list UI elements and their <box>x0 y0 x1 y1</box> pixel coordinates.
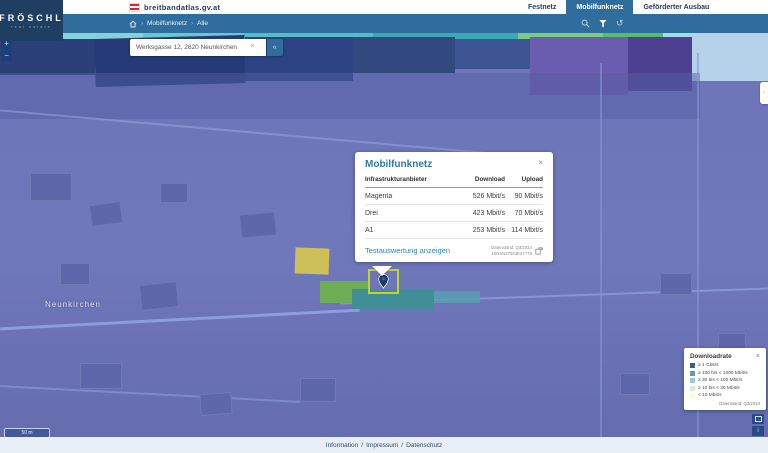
toolbar-icons: ↺ <box>581 14 624 33</box>
extent-icon <box>755 416 762 422</box>
table-row: Magenta 526 Mbit/s 90 Mbit/s <box>365 188 543 205</box>
clear-search-icon[interactable]: × <box>248 43 257 50</box>
legend-title: Downloadrate <box>690 353 732 360</box>
popup-callout-arrow <box>372 266 392 276</box>
table-row: A1 253 Mbit/s 114 Mbit/s <box>365 222 543 239</box>
footer-link-information[interactable]: Information <box>326 442 359 449</box>
tab-gefoerderter-ausbau[interactable]: Geförderter Ausbau <box>633 0 719 14</box>
search-input[interactable] <box>130 39 266 56</box>
table-row: Drei 423 Mbit/s 70 Mbit/s <box>365 205 543 222</box>
testauswertung-link[interactable]: Testauswertung anzeigen <box>365 246 450 255</box>
footer-link-impressum[interactable]: Impressum <box>366 442 398 449</box>
col-upload: Upload <box>505 176 543 183</box>
footer-separator: / <box>361 442 363 449</box>
popup-cell-id: 100mN27553E47776 <box>491 251 532 256</box>
search-icon <box>273 43 277 52</box>
footer-link-datenschutz[interactable]: Datenschutz <box>406 442 442 449</box>
upload-value: 70 Mbit/s <box>505 210 543 217</box>
download-value: 526 Mbit/s <box>453 193 505 200</box>
legend-swatch <box>690 371 695 376</box>
provider-name: A1 <box>365 227 453 234</box>
main-tabs: Festnetz Mobilfunknetz Geförderter Ausba… <box>518 0 719 14</box>
table-header-row: Infrastrukturanbieter Download Upload <box>365 176 543 188</box>
breadcrumb-separator: › <box>141 21 143 27</box>
upload-value: 90 Mbit/s <box>505 193 543 200</box>
download-value: 253 Mbit/s <box>453 227 505 234</box>
froeschl-logo: FRÖSCHL real estate <box>0 0 63 41</box>
col-infrastrukturanbieter: Infrastrukturanbieter <box>365 176 453 183</box>
location-pin-icon <box>378 274 389 289</box>
logo-title: FRÖSCHL <box>0 13 64 23</box>
breadcrumb: › Mobilfunknetz › Alle <box>129 14 208 33</box>
search-submit-button[interactable] <box>267 39 283 56</box>
download-legend: Downloadrate × ≥ 1 Gbit/s ≥ 100 bis < 10… <box>684 348 766 410</box>
brand-home-link[interactable]: breitbandatlas.gv.at <box>129 0 220 14</box>
reset-view-icon[interactable]: ↺ <box>616 19 624 28</box>
legend-item: ≥ 100 bis < 1000 Mbit/s <box>690 371 760 376</box>
legend-item: ≥ 10 bis < 30 Mbit/s <box>690 386 760 391</box>
col-download: Download <box>453 176 505 183</box>
address-search: × <box>130 39 283 56</box>
home-icon[interactable] <box>129 20 137 28</box>
popup-title: Mobilfunknetz <box>365 159 432 170</box>
zoom-control: + − <box>1 38 12 61</box>
download-value: 423 Mbit/s <box>453 210 505 217</box>
close-icon[interactable]: × <box>538 159 543 167</box>
popup-status: Datenstand: Q3/2024 100mN27553E47776 <box>491 245 543 256</box>
legend-item: ≥ 30 bis < 100 Mbit/s <box>690 378 760 383</box>
copy-cell-id-icon[interactable] <box>535 247 543 255</box>
header-blue-bar: › Mobilfunknetz › Alle ↺ <box>63 14 768 33</box>
legend-swatch <box>690 386 695 391</box>
info-icon: i <box>757 428 758 434</box>
tab-mobilfunknetz[interactable]: Mobilfunknetz <box>566 0 633 14</box>
zoom-out-button[interactable]: − <box>1 50 12 61</box>
extent-button[interactable] <box>752 414 764 424</box>
austria-flag-icon <box>129 3 140 12</box>
map-corner-buttons: i <box>752 414 764 436</box>
legend-item: < 10 Mbit/s <box>690 393 760 398</box>
provider-table: Infrastrukturanbieter Download Upload Ma… <box>365 176 543 239</box>
provider-name: Drei <box>365 210 453 217</box>
legend-swatch <box>690 378 695 383</box>
mobilfunknetz-popup: Mobilfunknetz × Infrastrukturanbieter Do… <box>355 152 553 262</box>
breadcrumb-mobilfunknetz[interactable]: Mobilfunknetz <box>147 20 187 27</box>
header-top-bar: breitbandatlas.gv.at Festnetz Mobilfunkn… <box>63 0 768 14</box>
breadcrumb-alle[interactable]: Alle <box>197 20 208 27</box>
panel-collapse-handle[interactable]: ‹ <box>760 82 768 104</box>
breadcrumb-separator: › <box>191 21 193 27</box>
provider-name: Magenta <box>365 193 453 200</box>
legend-swatch <box>690 363 695 368</box>
filter-icon[interactable] <box>599 20 607 28</box>
popup-data-status: Datenstand: Q3/2024 <box>491 245 532 250</box>
brand-title: breitbandatlas.gv.at <box>144 3 220 12</box>
legend-item: ≥ 1 Gbit/s <box>690 363 760 368</box>
attribution-button[interactable]: i <box>752 426 764 436</box>
footer-bar: Information / Impressum / Datenschutz <box>0 437 768 453</box>
legend-data-status: Datenstand: Q3/2024 <box>690 401 760 406</box>
app-window: Neunkirchen FRÖSCHL real estate breitban… <box>0 0 768 453</box>
tab-festnetz[interactable]: Festnetz <box>518 0 566 14</box>
map-place-label: Neunkirchen <box>45 300 101 309</box>
logo-subtitle: real estate <box>11 24 52 29</box>
legend-swatch <box>690 393 695 398</box>
footer-separator: / <box>401 442 403 449</box>
close-icon[interactable]: × <box>756 353 760 360</box>
upload-value: 114 Mbit/s <box>505 227 543 234</box>
search-icon[interactable] <box>581 19 590 28</box>
